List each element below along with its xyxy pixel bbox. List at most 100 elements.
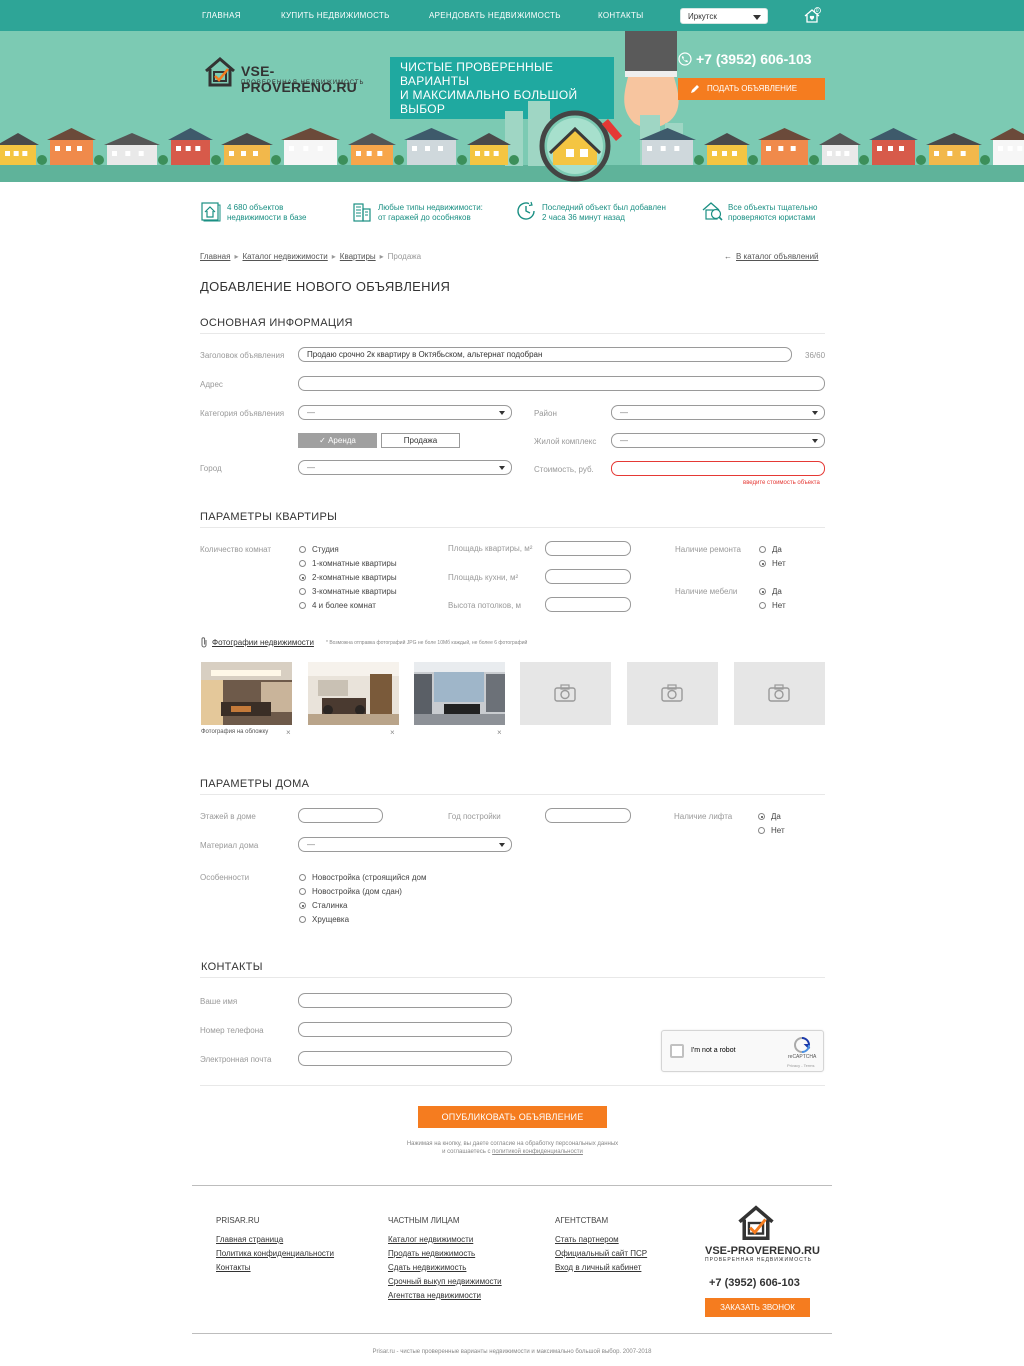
footer-link[interactable]: Политика конфиденциальности <box>216 1249 334 1258</box>
recaptcha-brand: reCAPTCHA <box>788 1054 817 1060</box>
header-banner: VSE-PROVERENO.RU ПРОВЕРЕННАЯ НЕДВИЖИМОСТ… <box>0 31 1024 182</box>
feature-text: Любые типы недвижимости: от гаражей до ос… <box>378 203 483 223</box>
interior-photo-1 <box>201 662 292 725</box>
photo-slot-empty[interactable] <box>734 662 825 725</box>
paperclip-icon <box>201 637 207 648</box>
rent-toggle[interactable]: ✓ Аренда <box>298 433 377 448</box>
privacy-policy-link[interactable]: политикой конфиденциальности <box>492 1149 583 1155</box>
chevron-down-icon <box>499 466 505 470</box>
chevron-down-icon <box>499 411 505 415</box>
radio-label: Да <box>772 587 782 596</box>
footer-link[interactable]: Агентства недвижимости <box>388 1291 481 1300</box>
photo-2[interactable] <box>308 662 399 725</box>
radio-dot <box>759 602 766 609</box>
photo-slot-empty[interactable] <box>520 662 611 725</box>
section-house-title: ПАРАМЕТРЫ ДОМА <box>200 778 310 790</box>
complex-label: Жилой комплекс <box>534 437 597 446</box>
callback-button[interactable]: ЗАКАЗАТЬ ЗВОНОК <box>705 1298 810 1317</box>
breadcrumb-flats[interactable]: Квартиры <box>340 252 376 261</box>
top-nav: ГЛАВНАЯ КУПИТЬ НЕДВИЖИМОСТЬ АРЕНДОВАТЬ Н… <box>0 0 1024 31</box>
back-to-catalog-link[interactable]: ← В каталог объявлений <box>724 252 819 261</box>
city-select[interactable]: Иркутск <box>680 8 768 24</box>
sale-toggle[interactable]: Продажа <box>381 433 460 448</box>
logo-text: VSE-PROVERENO.RU <box>241 63 357 95</box>
photos-link[interactable]: Фотографии недвижимости <box>212 638 314 647</box>
feature-text: 4 680 объектов недвижимости в базе <box>227 203 306 223</box>
recaptcha-widget: I'm not a robot reCAPTCHA Privacy - Term… <box>661 1030 824 1072</box>
publish-button[interactable]: ОПУБЛИКОВАТЬ ОБЪЯВЛЕНИЕ <box>418 1106 607 1128</box>
ceiling-input[interactable] <box>545 597 631 612</box>
radio-label: Новостройка (дом сдан) <box>312 887 402 896</box>
footer-link[interactable]: Главная страница <box>216 1235 283 1244</box>
photos-note: * Возможна отправка фотографий JPG не бо… <box>326 640 528 646</box>
footer-link[interactable]: Вход в личный кабинет <box>555 1263 641 1272</box>
recaptcha-checkbox[interactable] <box>670 1044 684 1058</box>
feature-line: Любые типы недвижимости: <box>378 203 483 212</box>
photo-3[interactable] <box>414 662 505 725</box>
feature-text: Последний объект был добавлен 2 часа 36 м… <box>542 203 666 223</box>
city-field-select[interactable]: — <box>298 460 512 475</box>
year-label: Год постройки <box>448 812 501 821</box>
furniture-label: Наличие мебели <box>675 587 738 596</box>
post-ad-button[interactable]: ПОДАТЬ ОБЪЯВЛЕНИЕ <box>678 78 825 100</box>
footer-link[interactable]: Сдать недвижимость <box>388 1263 466 1272</box>
feature-line: 4 680 объектов <box>227 203 284 212</box>
name-label: Ваше имя <box>200 997 238 1006</box>
section-basic-title: ОСНОВНАЯ ИНФОРМАЦИЯ <box>200 317 353 329</box>
remove-photo-3-icon[interactable]: × <box>497 728 502 737</box>
complex-select[interactable]: — <box>611 433 825 448</box>
camera-icon <box>768 684 790 702</box>
footer-link[interactable]: Срочный выкуп недвижимости <box>388 1277 502 1286</box>
breadcrumb-catalog[interactable]: Каталог недвижимости <box>242 252 327 261</box>
nav-buy[interactable]: КУПИТЬ НЕДВИЖИМОСТЬ <box>281 11 390 20</box>
nav-rent[interactable]: АРЕНДОВАТЬ НЕДВИЖИМОСТЬ <box>429 11 561 20</box>
radio-label: 3-комнатные квартиры <box>312 587 397 596</box>
nav-contacts[interactable]: КОНТАКТЫ <box>598 11 644 20</box>
remove-photo-1-icon[interactable]: × <box>286 728 291 737</box>
consent-line-prefix: и соглашаетесь с <box>442 1149 493 1155</box>
feature-line: от гаражей до особняков <box>378 213 471 222</box>
footer-link[interactable]: Продать недвижимость <box>388 1249 475 1258</box>
address-input[interactable] <box>298 376 825 391</box>
material-select[interactable]: — <box>298 837 512 852</box>
address-label: Адрес <box>200 380 223 389</box>
photo-1[interactable] <box>201 662 292 725</box>
footer-link[interactable]: Каталог недвижимости <box>388 1235 473 1244</box>
radio-dot <box>299 560 306 567</box>
header-phone[interactable]: +7 (3952) 606-103 <box>678 51 812 67</box>
footer-phone[interactable]: +7 (3952) 606-103 <box>709 1277 800 1289</box>
category-value: — <box>307 408 315 417</box>
floors-input[interactable] <box>298 808 383 823</box>
footer-link[interactable]: Стать партнером <box>555 1235 619 1244</box>
kitchen-input[interactable] <box>545 569 631 584</box>
year-input[interactable] <box>545 808 631 823</box>
radio-dot <box>759 546 766 553</box>
district-select[interactable]: — <box>611 405 825 420</box>
logo-subtitle: ПРОВЕРЕННАЯ НЕДВИЖИМОСТЬ <box>241 80 365 86</box>
divider <box>200 794 825 795</box>
footer-divider <box>192 1333 832 1334</box>
area-label: Площадь квартиры, м² <box>448 544 533 553</box>
phone-input[interactable] <box>298 1022 512 1037</box>
photo-slot-empty[interactable] <box>627 662 718 725</box>
price-input[interactable] <box>611 461 825 476</box>
breadcrumb-home[interactable]: Главная <box>200 252 230 261</box>
logo[interactable]: VSE-PROVERENO.RU ПРОВЕРЕННАЯ НЕДВИЖИМОСТ… <box>203 53 383 95</box>
favorites-button[interactable]: 0 <box>803 7 821 25</box>
footer-col3-title: АГЕНТСТВАМ <box>555 1216 609 1225</box>
price-label: Стоимость, руб. <box>534 465 594 474</box>
email-input[interactable] <box>298 1051 512 1066</box>
remove-photo-2-icon[interactable]: × <box>390 728 395 737</box>
category-select[interactable]: — <box>298 405 512 420</box>
nav-home[interactable]: ГЛАВНАЯ <box>202 11 241 20</box>
ad-title-input[interactable]: Продаю срочно 2к квартиру в Октябьском, … <box>298 347 792 362</box>
footer-link[interactable]: Официальный сайт ПСР <box>555 1249 647 1258</box>
area-input[interactable] <box>545 541 631 556</box>
radio-dot <box>299 902 306 909</box>
footer-link[interactable]: Контакты <box>216 1263 251 1272</box>
radio-label: Студия <box>312 545 339 554</box>
feature-line: недвижимости в базе <box>227 213 307 222</box>
radio-dot <box>299 574 306 581</box>
recaptcha-links[interactable]: Privacy - Terms <box>787 1063 814 1068</box>
name-input[interactable] <box>298 993 512 1008</box>
